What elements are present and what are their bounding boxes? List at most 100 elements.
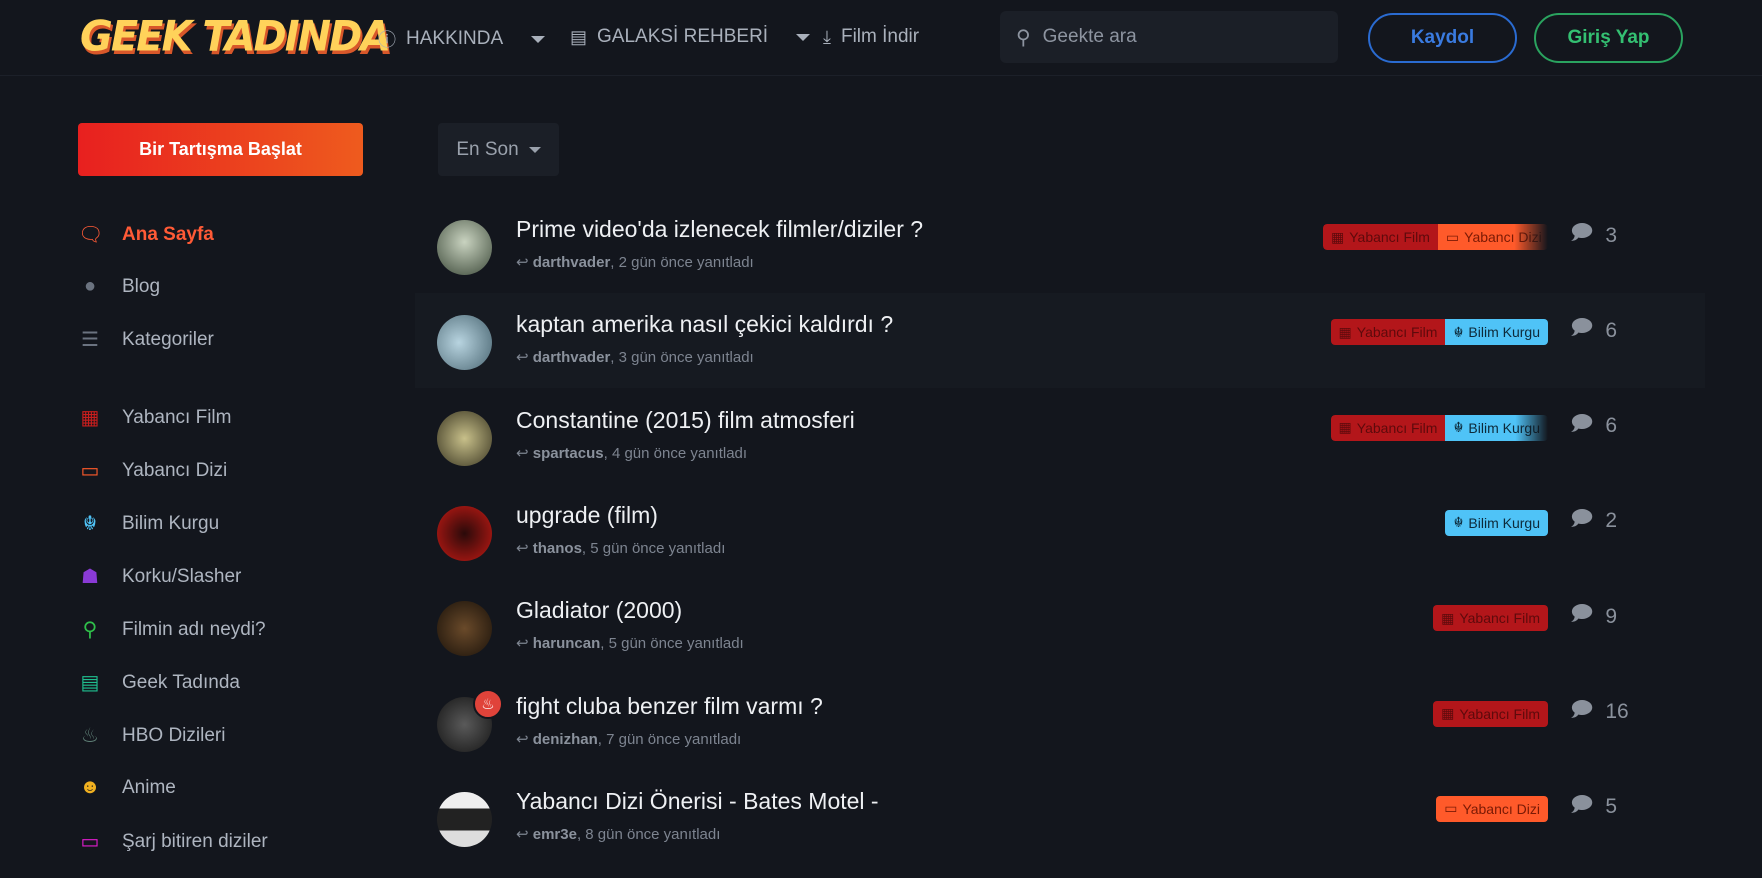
- avatar[interactable]: [437, 410, 492, 466]
- battery-icon: ▭: [80, 831, 100, 853]
- reply-count: 🗩 3: [1570, 218, 1617, 253]
- discussion-title[interactable]: Yabancı Dizi Önerisi - Bates Motel -: [516, 788, 879, 815]
- reply-time: , 7 gün önce yanıtladı: [597, 730, 742, 748]
- sidebar-item-label: Kategoriler: [122, 328, 214, 350]
- discussion-title[interactable]: kaptan amerika nasıl çekici kaldırdı ?: [516, 311, 893, 338]
- tag-list: ▦ Yabancı Film ☬ Bilim Kurgu: [1330, 319, 1548, 346]
- username[interactable]: haruncan: [533, 635, 601, 652]
- reply-icon: ↩: [516, 825, 533, 843]
- comment-icon: ●: [83, 275, 97, 297]
- username[interactable]: spartacus: [533, 445, 604, 462]
- sidebar-item-label: HBO Dizileri: [122, 724, 226, 746]
- discussion-title[interactable]: upgrade (film): [516, 502, 658, 529]
- reply-count: 🗩 9: [1570, 599, 1617, 634]
- sidebar-item[interactable]: ☬ Bilim Kurgu: [78, 511, 219, 536]
- sidebar-item[interactable]: ☰ Kategoriler: [78, 327, 214, 352]
- sidebar-item[interactable]: ▭ Yabancı Dizi: [78, 458, 228, 483]
- sort-dropdown[interactable]: En Son: [438, 123, 559, 176]
- sidebar-item[interactable]: ☻ Anime: [78, 776, 176, 799]
- avatar[interactable]: [437, 315, 492, 371]
- tag-badge[interactable]: ▦ Yabancı Film: [1330, 319, 1446, 346]
- login-button[interactable]: Giriş Yap: [1534, 13, 1683, 63]
- tag-badge[interactable]: ☬ Bilim Kurgu: [1445, 414, 1548, 441]
- sidebar-item-label: Yabancı Dizi: [122, 459, 228, 481]
- discussion-meta: ↩ spartacus, 4 gün önce yanıtladı: [516, 444, 747, 462]
- nav-galaksi-rehberi[interactable]: ▤ GALAKSİ REHBERİ: [570, 26, 811, 48]
- sidebar-item-label: Filmin adı neydi?: [122, 618, 266, 640]
- start-discussion-button[interactable]: Bir Tartışma Başlat: [78, 123, 363, 176]
- fire-icon: ♨: [473, 688, 503, 719]
- reply-icon: ↩: [516, 444, 533, 462]
- list-icon: ☰: [81, 329, 99, 351]
- header: GEEK TADINDA ⓘ HAKKINDA ▤ GALAKSİ REHBERİ …: [0, 0, 1762, 76]
- discussion-title[interactable]: Constantine (2015) film atmosferi: [516, 407, 855, 434]
- username[interactable]: darthvader: [533, 254, 611, 271]
- discussion-row[interactable]: ♨ fight cluba benzer film varmı ? ↩ deni…: [415, 675, 1705, 770]
- sidebar-item[interactable]: ☗ Korku/Slasher: [78, 564, 241, 589]
- avatar[interactable]: [437, 601, 492, 657]
- tag-badge[interactable]: ▭ Yabancı Dizi: [1436, 795, 1548, 822]
- tag-label: Bilim Kurgu: [1468, 324, 1540, 341]
- discussion-meta: ↩ emr3e, 8 gün önce yanıtladı: [516, 825, 720, 843]
- sidebar-item[interactable]: ● Blog: [78, 275, 160, 298]
- tag-badge[interactable]: ▦ Yabancı Film: [1323, 224, 1438, 250]
- avatar[interactable]: [437, 220, 492, 275]
- tag-badge[interactable]: ▦ Yabancı Film: [1433, 605, 1548, 632]
- tv-icon: ▭: [80, 460, 100, 482]
- reply-count: 🗩 5: [1570, 790, 1617, 825]
- tag-badge[interactable]: ▦ Yabancı Film: [1330, 414, 1446, 441]
- discussion-title[interactable]: Prime video'da izlenecek filmler/diziler…: [516, 216, 923, 243]
- username[interactable]: darthvader: [533, 349, 611, 366]
- discussion-title[interactable]: fight cluba benzer film varmı ?: [516, 693, 823, 720]
- reply-icon: ↩: [516, 539, 533, 557]
- comments-icon: 🗨: [78, 224, 104, 246]
- reply-time: , 4 gün önce yanıtladı: [603, 444, 748, 462]
- reply-icon: ↩: [516, 730, 533, 748]
- book-icon: ▤: [570, 26, 588, 47]
- discussion-row[interactable]: Gladiator (2000) ↩ haruncan, 5 gün önce …: [415, 579, 1705, 674]
- sidebar-item-label: Şarj bitiren diziler: [122, 830, 268, 852]
- avatar[interactable]: [437, 791, 492, 847]
- jedi-icon: ☬: [82, 513, 98, 535]
- nav-film-indir[interactable]: ⤓ Film İndir: [823, 26, 919, 48]
- sidebar-item[interactable]: ⚲ Filmin adı neydi?: [78, 617, 266, 642]
- discussion-row[interactable]: kaptan amerika nasıl çekici kaldırdı ? ↩…: [415, 293, 1705, 389]
- tag-badge[interactable]: ☬ Bilim Kurgu: [1445, 319, 1548, 346]
- reply-time: , 2 gün önce yanıtladı: [610, 254, 754, 271]
- sidebar-item-label: Anime: [122, 776, 176, 798]
- tag-badge[interactable]: ▭ Yabancı Dizi: [1437, 224, 1548, 250]
- reply-count: 🗩 6: [1570, 313, 1617, 348]
- username[interactable]: emr3e: [533, 826, 577, 843]
- tag-badge[interactable]: ▦ Yabancı Film: [1433, 700, 1548, 727]
- search-input[interactable]: ⚲ Geekte ara: [1000, 11, 1338, 63]
- nav-hakkinda[interactable]: ⓘ HAKKINDA: [378, 26, 546, 52]
- discussion-row[interactable]: Prime video'da izlenecek filmler/diziler…: [415, 198, 1705, 293]
- film-icon: ▦: [1441, 609, 1455, 626]
- tv-icon: ▭: [1445, 228, 1460, 245]
- discussion-meta: ↩ darthvader, 3 gün önce yanıtladı: [516, 348, 754, 366]
- ghost-icon: ☗: [81, 566, 99, 588]
- username[interactable]: denizhan: [533, 731, 598, 748]
- sidebar-item[interactable]: ▤ Geek Tadında: [78, 670, 240, 695]
- signup-button[interactable]: Kaydol: [1368, 13, 1517, 63]
- discussion-row[interactable]: Yabancı Dizi Önerisi - Bates Motel - ↩ e…: [415, 770, 1705, 865]
- discussion-row[interactable]: Constantine (2015) film atmosferi ↩ spar…: [415, 389, 1705, 484]
- username[interactable]: thanos: [533, 540, 582, 557]
- tag-label: Yabancı Film: [1459, 610, 1540, 627]
- tag-badge[interactable]: ☬ Bilim Kurgu: [1445, 509, 1548, 536]
- sidebar-item[interactable]: 🗨 Ana Sayfa: [78, 222, 214, 247]
- search-placeholder: Geekte ara: [1042, 26, 1137, 47]
- sidebar-item[interactable]: ▭ Şarj bitiren diziler: [78, 829, 268, 854]
- reply-count-value: 16: [1605, 700, 1629, 723]
- info-circle-icon: ⓘ: [378, 30, 396, 50]
- discussion-title[interactable]: Gladiator (2000): [516, 597, 682, 624]
- sidebar-item[interactable]: ▦ Yabancı Film: [78, 405, 232, 430]
- nav-label: Film İndir: [840, 26, 920, 47]
- avatar[interactable]: [437, 505, 492, 561]
- comment-icon: 🗩: [1570, 411, 1594, 435]
- site-logo[interactable]: GEEK TADINDA: [80, 13, 391, 61]
- reply-count-value: 6: [1605, 318, 1617, 342]
- sidebar-item[interactable]: ♨ HBO Dizileri: [78, 723, 225, 748]
- discussion-row[interactable]: upgrade (film) ↩ thanos, 5 gün önce yanı…: [415, 484, 1705, 579]
- tag-label: Yabancı Film: [1356, 324, 1438, 341]
